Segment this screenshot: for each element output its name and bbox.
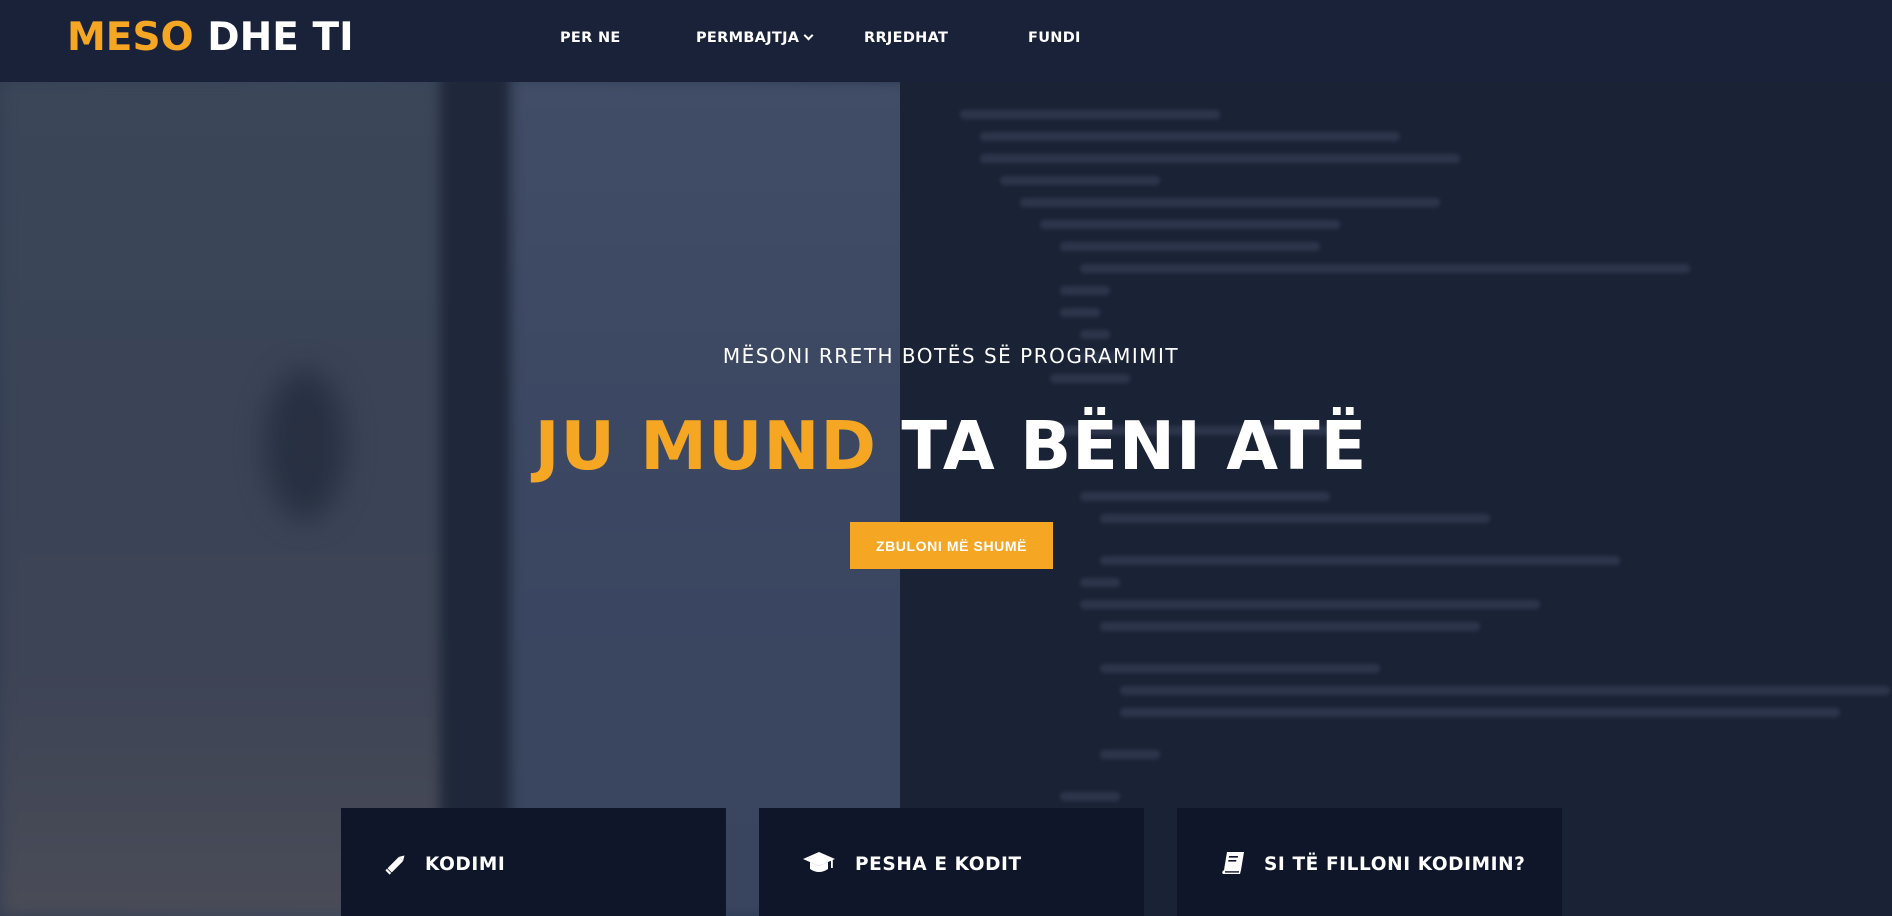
nav-item-label: PERMBAJTJA xyxy=(696,30,800,46)
graduation-cap-icon xyxy=(802,850,836,876)
nav-item-label: PER NE xyxy=(560,30,621,46)
card-kodimi[interactable]: KODIMI xyxy=(341,808,726,916)
card-si-te-filloni-kodimin[interactable]: SI TË FILLONI KODIMIN? xyxy=(1177,808,1562,916)
hero-subtitle: MËSONI RRETH BOTËS SË PROGRAMIMIT xyxy=(722,344,1180,368)
nav-item-label: RRJEDHAT xyxy=(864,30,949,46)
nav-item-permbajtja[interactable]: PERMBAJTJA xyxy=(696,28,814,48)
headline-text: TA BËNI ATË xyxy=(901,407,1368,485)
navbar: MESO DHE TI PER NE PERMBAJTJA RRJEDHAT F… xyxy=(0,0,1892,82)
card-title: SI TË FILLONI KODIMIN? xyxy=(1264,854,1526,875)
headline-accent-text: JU MUND xyxy=(534,407,878,485)
nav-item-rrjedhat[interactable]: RRJEDHAT xyxy=(864,28,948,48)
nav-item-fundi[interactable]: FUNDI xyxy=(1028,28,1081,48)
logo-accent-text: MESO xyxy=(67,15,194,60)
card-title: KODIMI xyxy=(425,854,506,875)
logo-text: DHE TI xyxy=(207,15,354,60)
pencil-icon xyxy=(383,852,413,876)
book-icon xyxy=(1221,850,1247,876)
nav-item-per-ne[interactable]: PER NE xyxy=(560,28,621,48)
card-title: PESHA E KODIT xyxy=(855,854,1022,875)
chevron-down-icon xyxy=(803,30,814,41)
nav-item-label: FUNDI xyxy=(1028,30,1081,46)
hero-content: MËSONI RRETH BOTËS SË PROGRAMIMIT JU MUN… xyxy=(0,0,1892,916)
hero-headline: JU MUND TA BËNI ATË xyxy=(0,404,1892,489)
discover-more-button[interactable]: ZBULONI MË SHUMË xyxy=(850,522,1053,569)
site-logo[interactable]: MESO DHE TI xyxy=(67,14,354,62)
card-pesha-e-kodit[interactable]: PESHA E KODIT xyxy=(759,808,1144,916)
